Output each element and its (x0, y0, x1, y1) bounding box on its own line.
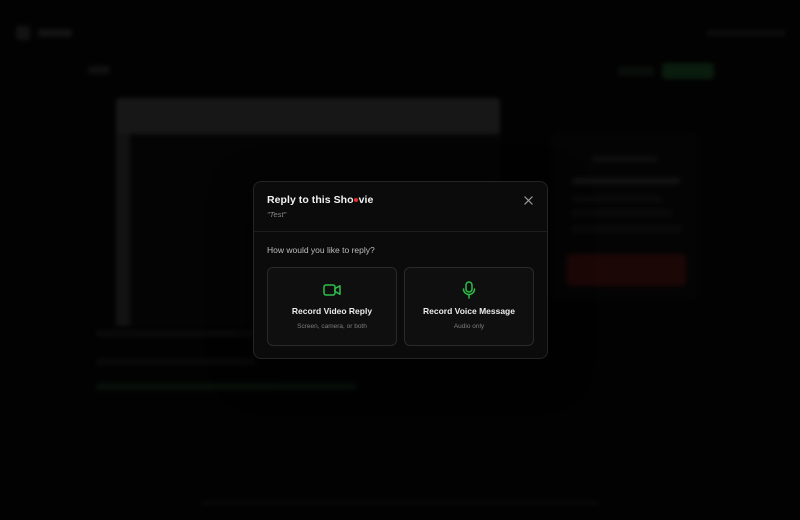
option-description: Audio only (453, 323, 485, 330)
microphone-icon (460, 281, 478, 299)
close-button[interactable] (521, 193, 535, 207)
video-camera-icon (323, 281, 341, 299)
reply-question: How would you like to reply? (267, 245, 375, 255)
modal-title: Reply to this Sho vie (267, 194, 373, 206)
option-title: Record Video Reply (291, 306, 373, 316)
record-dot-icon (354, 197, 359, 202)
modal-header: Reply to this Sho vie "Test" (254, 182, 547, 232)
close-icon (523, 195, 533, 205)
record-video-reply-option[interactable]: Record Video Reply Screen, camera, or bo… (267, 267, 397, 346)
reply-modal: Reply to this Sho vie "Test" How would yo… (253, 181, 548, 359)
modal-subtitle: "Test" (267, 210, 287, 219)
option-title: Record Voice Message (423, 306, 515, 316)
modal-title-prefix: Reply to this Sho (267, 194, 354, 206)
record-voice-message-option[interactable]: Record Voice Message Audio only (404, 267, 534, 346)
modal-title-suffix: vie (358, 194, 374, 206)
option-description: Screen, camera, or both (297, 323, 367, 330)
